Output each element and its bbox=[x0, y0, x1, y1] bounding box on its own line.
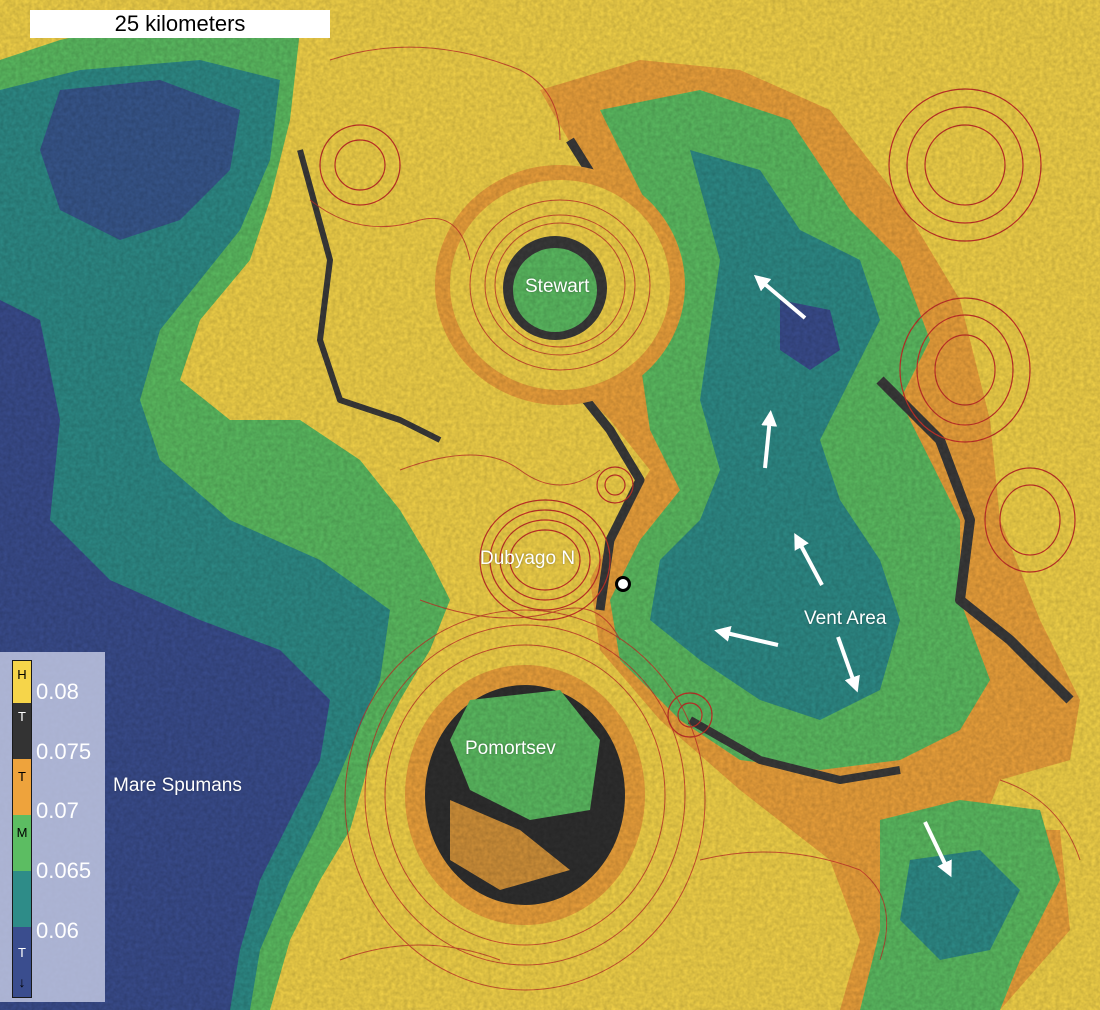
legend: H T T M T ↓ 0.08 0.075 0.07 0.065 0.06 bbox=[0, 652, 105, 1002]
place-label-mare-spumans: Mare Spumans bbox=[113, 775, 242, 796]
legend-seg-green: M bbox=[13, 815, 31, 871]
down-arrow-icon: ↓ bbox=[18, 974, 26, 990]
legend-seg-high: H bbox=[13, 661, 31, 703]
legend-seg-teal bbox=[13, 871, 31, 927]
legend-seg-dark: T bbox=[13, 703, 31, 759]
legend-tick: 0.08 bbox=[36, 679, 79, 704]
place-label-dubyago-n: Dubyago N bbox=[480, 548, 576, 569]
place-label-stewart: Stewart bbox=[525, 276, 590, 297]
map-canvas bbox=[0, 0, 1100, 1010]
place-label-vent-area: Vent Area bbox=[804, 608, 887, 629]
legend-tick: 0.07 bbox=[36, 798, 79, 823]
place-label-pomortsev: Pomortsev bbox=[465, 738, 556, 759]
legend-tick: 0.06 bbox=[36, 918, 79, 943]
vent-location-marker bbox=[615, 576, 631, 592]
texture-overlay bbox=[0, 0, 1100, 1010]
legend-color-bar: H T T M T ↓ bbox=[12, 660, 32, 998]
legend-tick: 0.075 bbox=[36, 739, 92, 764]
scale-bar: 25 kilometers bbox=[30, 10, 330, 38]
legend-tick: 0.065 bbox=[36, 858, 92, 883]
legend-seg-orange: T bbox=[13, 759, 31, 815]
map-view: 25 kilometers Stewart Dubyago N Vent Are… bbox=[0, 0, 1100, 1010]
